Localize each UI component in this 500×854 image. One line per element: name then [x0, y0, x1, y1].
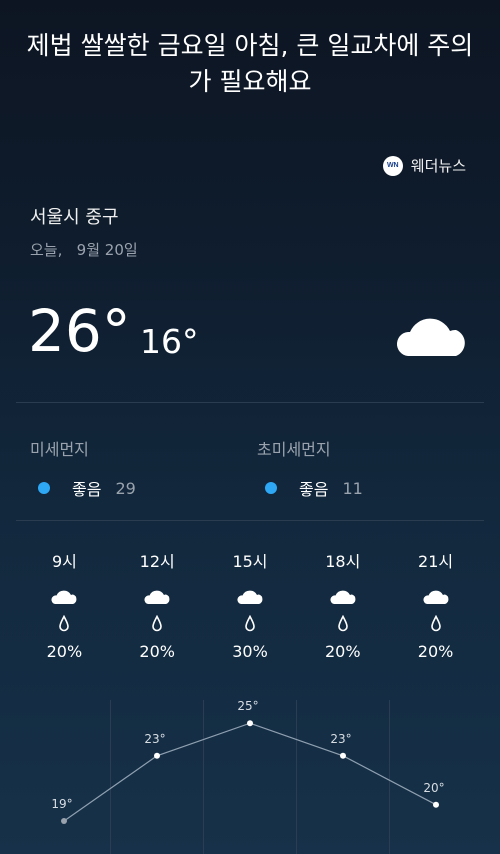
precipitation-chance: 20%	[139, 642, 175, 661]
temperature-point	[340, 752, 346, 759]
divider	[16, 520, 484, 521]
raindrop-icon	[59, 615, 70, 632]
hourly-item: 18시 20%	[296, 551, 389, 661]
temperature-point-label: 19°	[51, 797, 73, 811]
precipitation-chance: 20%	[325, 642, 361, 661]
temperature-point	[154, 752, 160, 759]
hour-label: 9시	[51, 552, 77, 571]
temperature-line	[63, 722, 437, 822]
hour-label: 12시	[139, 552, 175, 571]
hourly-item: 9시 20%	[18, 551, 111, 661]
date-text: 오늘, 9월 20일	[30, 241, 138, 259]
low-temperature: 16°	[140, 322, 199, 361]
temperature-point-label: 25°	[237, 699, 259, 714]
raindrop-icon	[245, 615, 255, 632]
temperature-point-label: 20°	[423, 780, 445, 795]
ultrafine-dust-status-dot-icon	[265, 482, 277, 494]
precipitation-chance: 20%	[417, 642, 454, 661]
fine-dust-status-dot-icon	[38, 482, 50, 494]
hour-label: 15시	[232, 552, 268, 571]
hour-label: 18시	[325, 552, 361, 571]
cloud-icon	[423, 590, 449, 604]
fine-dust-label: 미세먼지	[30, 440, 89, 459]
weathernews-logo-icon: WN	[382, 155, 403, 176]
raindrop-icon	[152, 615, 162, 632]
fine-dust-value: 29	[115, 478, 136, 498]
fine-dust-section: 미세먼지 좋음 29	[30, 436, 136, 500]
raindrop-icon	[430, 615, 441, 632]
divider	[16, 402, 484, 403]
fine-dust-status: 좋음	[72, 480, 102, 499]
temperature-point-label: 23°	[330, 731, 352, 746]
temperature-graph	[61, 720, 439, 824]
hour-label: 21시	[418, 552, 454, 571]
hourly-item: 15시 30%	[204, 551, 297, 661]
headline: 제법 쌀쌀한 금요일 아침, 큰 일교차에 주의가 필요해요	[26, 31, 474, 96]
weather-source[interactable]: WN 웨더뉴스	[382, 155, 466, 176]
ultrafine-dust-value: 11	[342, 478, 363, 498]
hourly-item: 21시 20%	[389, 551, 482, 661]
cloud-icon	[330, 590, 356, 604]
source-name: 웨더뉴스	[410, 157, 466, 175]
ultrafine-dust-section: 초미세먼지 좋음 11	[257, 436, 363, 500]
precipitation-chance: 20%	[46, 642, 83, 661]
cloud-icon	[237, 590, 263, 604]
ultrafine-dust-status: 좋음	[299, 480, 329, 499]
raindrop-icon	[337, 615, 348, 632]
ultrafine-dust-label: 초미세먼지	[257, 440, 331, 459]
temperature-point-label: 23°	[144, 731, 166, 746]
high-temperature: 26°	[28, 297, 131, 365]
cloud-icon	[396, 318, 465, 356]
cloud-icon	[144, 590, 170, 604]
temperature-point	[61, 818, 67, 824]
precipitation-chance: 30%	[232, 642, 268, 661]
cloud-icon	[51, 590, 77, 604]
hourly-forecast: 9시 20% 12시 20% 15시 30% 18시 20% 21시 20%	[18, 551, 482, 661]
hourly-item: 12시 20%	[111, 551, 204, 661]
location-name: 서울시 중구	[30, 207, 119, 228]
temperature-point	[247, 720, 253, 727]
temperature-point	[433, 801, 439, 808]
